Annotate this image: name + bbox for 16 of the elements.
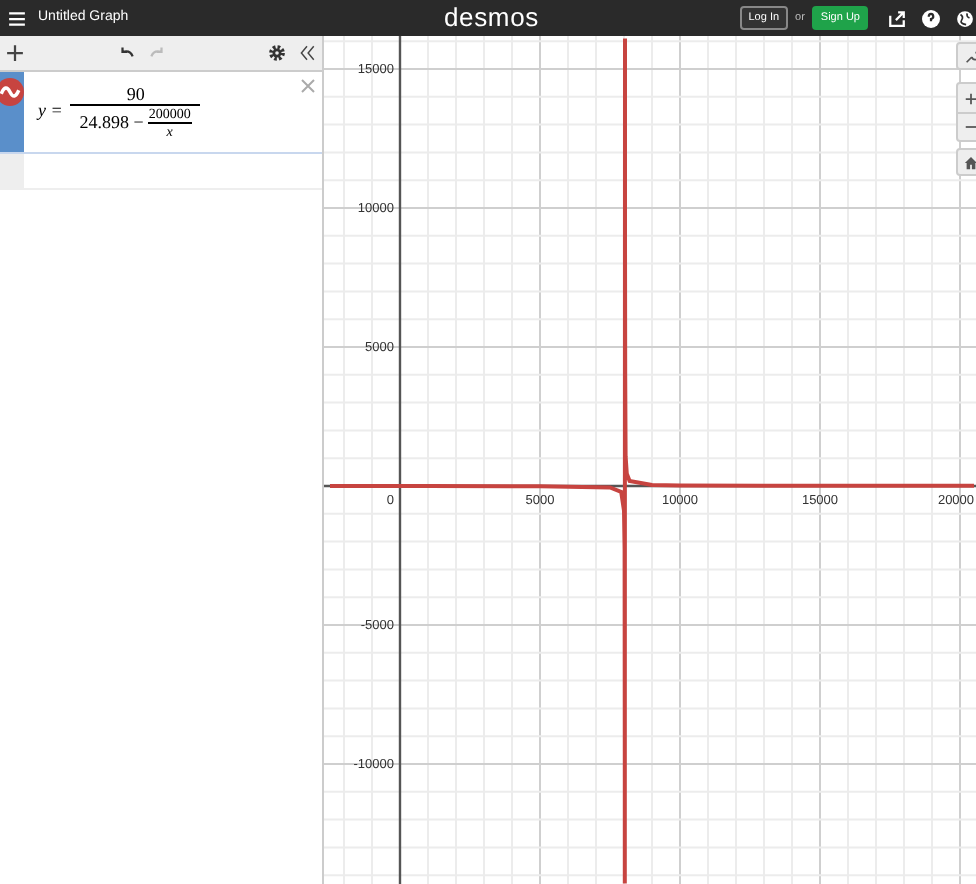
graph-wave-icon[interactable] xyxy=(0,78,23,106)
settings-icon[interactable] xyxy=(268,44,286,62)
collapse-icon[interactable] xyxy=(298,44,316,62)
fraction-denominator: 24.898 − xyxy=(79,109,144,136)
home-icon[interactable] xyxy=(964,155,976,169)
app-logo: desmos xyxy=(444,0,539,36)
fraction-numerator: 90 xyxy=(126,84,145,104)
minus-icon[interactable] xyxy=(964,120,976,134)
globe-icon[interactable] xyxy=(956,9,974,27)
menu-icon[interactable] xyxy=(8,9,26,27)
share-icon[interactable] xyxy=(888,9,906,27)
undo-icon[interactable] xyxy=(118,44,136,62)
add-icon[interactable] xyxy=(6,44,24,62)
plus-icon[interactable] xyxy=(964,91,976,105)
expression-lhs: y = xyxy=(38,98,63,125)
help-icon[interactable] xyxy=(922,9,940,27)
